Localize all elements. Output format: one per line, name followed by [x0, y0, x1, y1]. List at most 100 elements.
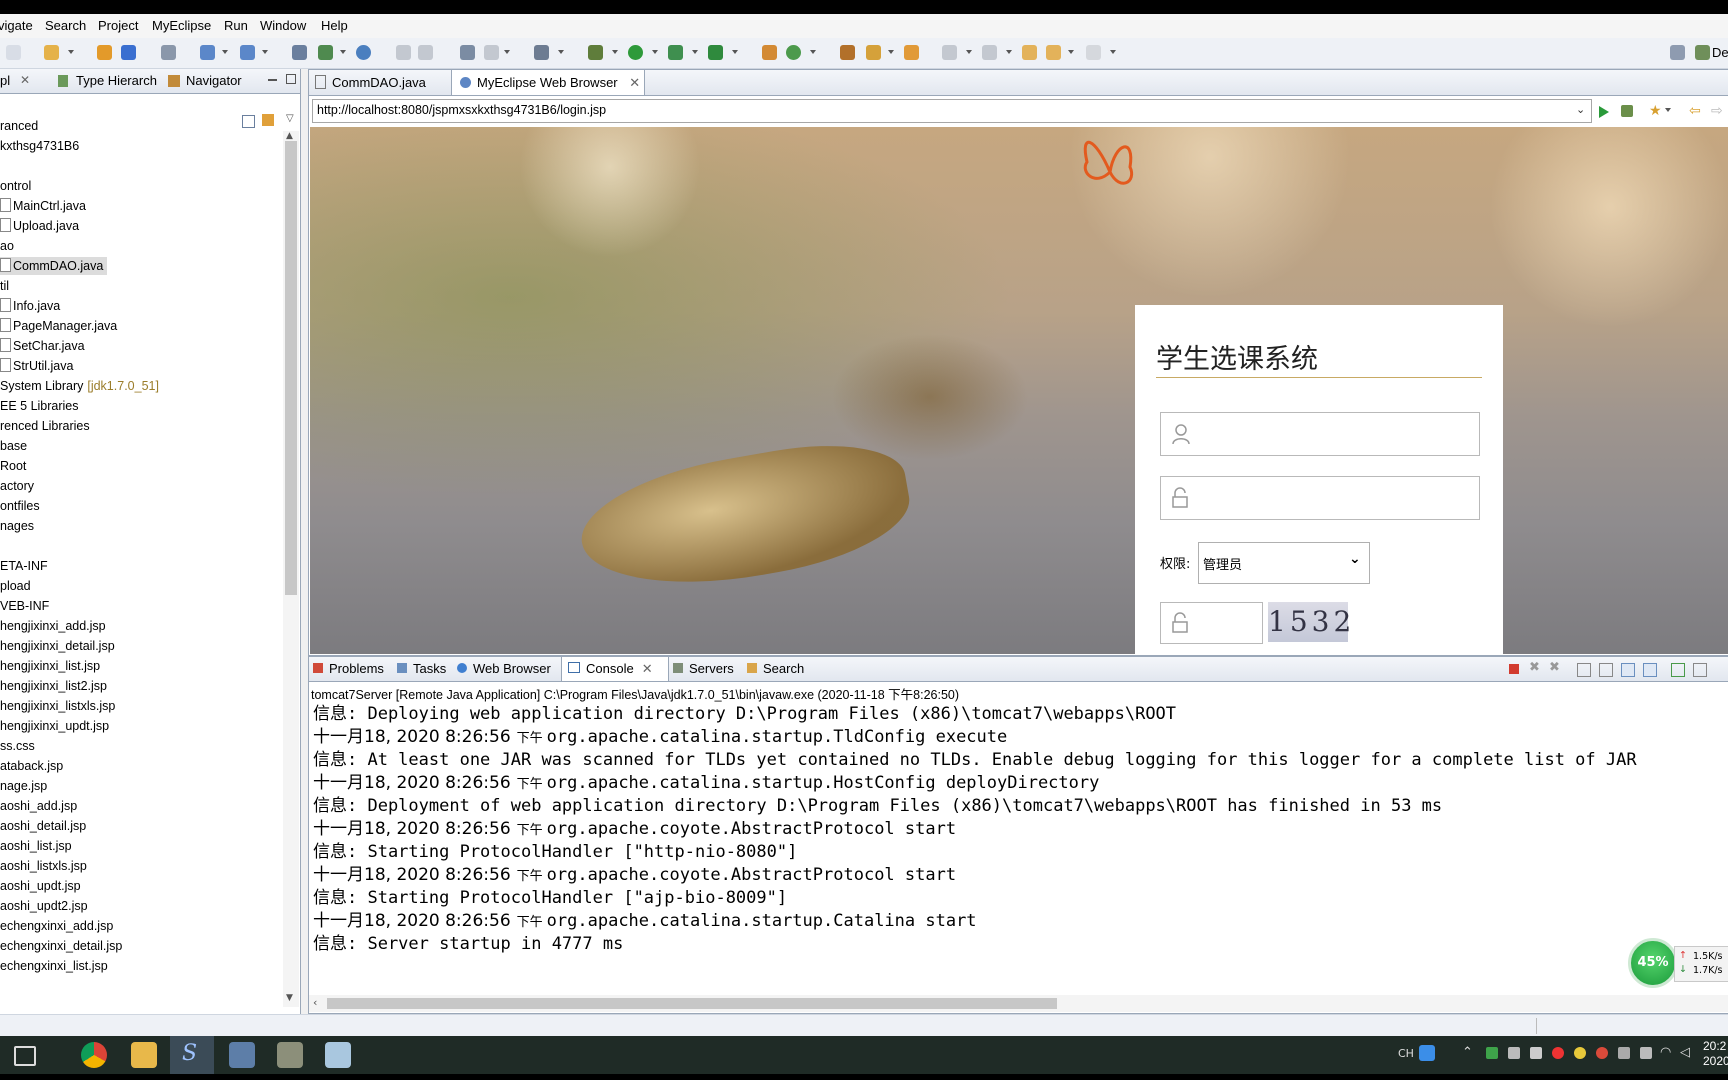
- tab-navigator[interactable]: Navigator: [186, 73, 242, 88]
- debug-icon[interactable]: [588, 45, 603, 60]
- annotation-icon[interactable]: [904, 45, 919, 60]
- globe-icon[interactable]: [356, 45, 371, 60]
- console-output[interactable]: 信息: Deploying web application directory …: [313, 703, 1723, 956]
- tray-icon-a[interactable]: [1486, 1047, 1498, 1059]
- open-perspective-icon[interactable]: [1670, 45, 1685, 60]
- print-icon[interactable]: [6, 45, 21, 60]
- tree-item[interactable]: Root: [0, 457, 30, 475]
- app-icon-a[interactable]: [229, 1042, 255, 1068]
- tree-item[interactable]: actory: [0, 477, 38, 495]
- tab-tasks[interactable]: Tasks: [397, 657, 446, 681]
- network-monitor-widget[interactable]: 45% ↑ 1.5K/s ↓ 1.7K/s: [1628, 938, 1728, 988]
- tree-item[interactable]: CommDAO.java: [0, 257, 108, 275]
- tree-item[interactable]: ontrol: [0, 177, 35, 195]
- tab-problems[interactable]: Problems: [313, 657, 384, 681]
- tree-item[interactable]: hengjixinxi_detail.jsp: [0, 637, 119, 655]
- tool-icon-b[interactable]: [418, 45, 433, 60]
- clock[interactable]: 20:2 2020: [1703, 1039, 1728, 1069]
- tab-web-browser-view[interactable]: Web Browser: [457, 657, 551, 681]
- chevron-down-icon[interactable]: ⌄: [1576, 103, 1585, 116]
- tree-item[interactable]: aoshi_add.jsp: [0, 797, 81, 815]
- scroll-up-icon[interactable]: ▲: [286, 131, 293, 141]
- tree-item[interactable]: ETA-INF: [0, 557, 52, 575]
- tree-item[interactable]: MainCtrl.java: [0, 197, 90, 215]
- run-icon[interactable]: [628, 45, 643, 60]
- tree-item[interactable]: aoshi_updt.jsp: [0, 877, 85, 895]
- tab-servers[interactable]: Servers: [673, 657, 734, 681]
- volume-icon[interactable]: ◁: [1680, 1045, 1690, 1060]
- power-icon[interactable]: [1640, 1047, 1652, 1059]
- search-tool-icon[interactable]: [240, 45, 255, 60]
- server-icon[interactable]: [161, 45, 176, 60]
- screenshot-icon[interactable]: [534, 45, 549, 60]
- tree-scrollbar[interactable]: ▲ ▼: [283, 131, 299, 1007]
- password-input[interactable]: [1160, 476, 1480, 520]
- tree-item[interactable]: hengjixinxi_updt.jsp: [0, 717, 113, 735]
- tree-item[interactable]: PageManager.java: [0, 317, 121, 335]
- tree-item[interactable]: aoshi_detail.jsp: [0, 817, 90, 835]
- tree-item[interactable]: ranced: [0, 117, 42, 135]
- tab-package-explorer[interactable]: pl: [0, 73, 10, 88]
- next-annotation-icon[interactable]: [942, 45, 957, 60]
- remove-launch-icon[interactable]: ✖: [1529, 660, 1540, 675]
- tree-scroll-thumb[interactable]: [285, 141, 297, 595]
- tray-icon-e[interactable]: [1574, 1047, 1586, 1059]
- tree-item[interactable]: StrUtil.java: [0, 357, 77, 375]
- menu-help[interactable]: Help: [321, 18, 348, 33]
- show-console-icon[interactable]: [1621, 663, 1635, 677]
- tab-search[interactable]: Search: [747, 657, 804, 681]
- console-hscrollbar[interactable]: ‹: [309, 995, 1728, 1012]
- forward-icon[interactable]: [1086, 45, 1101, 60]
- tree-item[interactable]: aoshi_listxls.jsp: [0, 857, 91, 875]
- tray-icon-g[interactable]: [1618, 1047, 1630, 1059]
- menu-navigate[interactable]: vigate: [0, 18, 33, 33]
- tree-item[interactable]: aoshi_list.jsp: [0, 837, 76, 855]
- last-edit-icon[interactable]: [1022, 45, 1037, 60]
- menu-myeclipse[interactable]: MyEclipse: [152, 18, 211, 33]
- minimize-icon[interactable]: [268, 79, 277, 81]
- chevron-up-icon[interactable]: ⌃: [1462, 1045, 1473, 1060]
- scroll-left-icon[interactable]: ‹: [313, 996, 317, 1009]
- tree-item[interactable]: Upload.java: [0, 217, 83, 235]
- tree-item[interactable]: VEB-INF: [0, 597, 53, 615]
- wizard-icon[interactable]: [200, 45, 215, 60]
- tree-item[interactable]: hengjixinxi_list2.jsp: [0, 677, 111, 695]
- close-icon[interactable]: ✕: [629, 75, 640, 90]
- tree-item[interactable]: System Library [jdk1.7.0_51]: [0, 377, 163, 395]
- url-bar[interactable]: http://localhost:8080/jspmxsxkxthsg4731B…: [312, 99, 1592, 123]
- tree-item[interactable]: til: [0, 277, 13, 295]
- view-menu-icon[interactable]: ▽: [286, 113, 294, 124]
- tree-item[interactable]: base: [0, 437, 31, 455]
- display-console-icon[interactable]: [1643, 663, 1657, 677]
- tool-icon-c[interactable]: [460, 45, 475, 60]
- debug-page-icon[interactable]: [1621, 105, 1633, 117]
- ime-indicator[interactable]: CH: [1398, 1047, 1414, 1060]
- scroll-lock-icon[interactable]: [1599, 663, 1613, 677]
- menu-project[interactable]: Project: [98, 18, 138, 33]
- tray-icon-b[interactable]: [1508, 1047, 1520, 1059]
- tree-item[interactable]: [0, 157, 4, 175]
- open-resource-icon[interactable]: [318, 45, 333, 60]
- menu-window[interactable]: Window: [260, 18, 306, 33]
- back-icon[interactable]: ⇦: [1689, 103, 1701, 119]
- favorite-icon[interactable]: ★: [1649, 103, 1662, 119]
- tree-item[interactable]: ss.css: [0, 737, 39, 755]
- chevron-down-icon[interactable]: ⌄: [1349, 551, 1361, 567]
- tab-commdao[interactable]: CommDAO.java: [309, 70, 455, 95]
- tree-item[interactable]: renced Libraries: [0, 417, 94, 435]
- pin-icon[interactable]: [866, 45, 881, 60]
- pin-console-icon[interactable]: [1671, 663, 1685, 677]
- run-server-icon[interactable]: [668, 45, 683, 60]
- role-select[interactable]: 管理员 ⌄: [1198, 542, 1370, 584]
- open-console-icon[interactable]: [1693, 663, 1707, 677]
- tree-item[interactable]: hengjixinxi_listxls.jsp: [0, 697, 119, 715]
- tree-item[interactable]: echengxinxi_list.jsp: [0, 957, 112, 975]
- new-project-icon[interactable]: [44, 45, 59, 60]
- tree-item[interactable]: EE 5 Libraries: [0, 397, 83, 415]
- perspective-label[interactable]: De: [1712, 45, 1728, 60]
- myeclipse-icon[interactable]: 𝑆: [182, 1041, 197, 1066]
- clear-console-icon[interactable]: [1577, 663, 1591, 677]
- console-hscroll-thumb[interactable]: [327, 998, 1057, 1009]
- open-type-icon[interactable]: [292, 45, 307, 60]
- forward-icon[interactable]: ⇨: [1711, 103, 1723, 119]
